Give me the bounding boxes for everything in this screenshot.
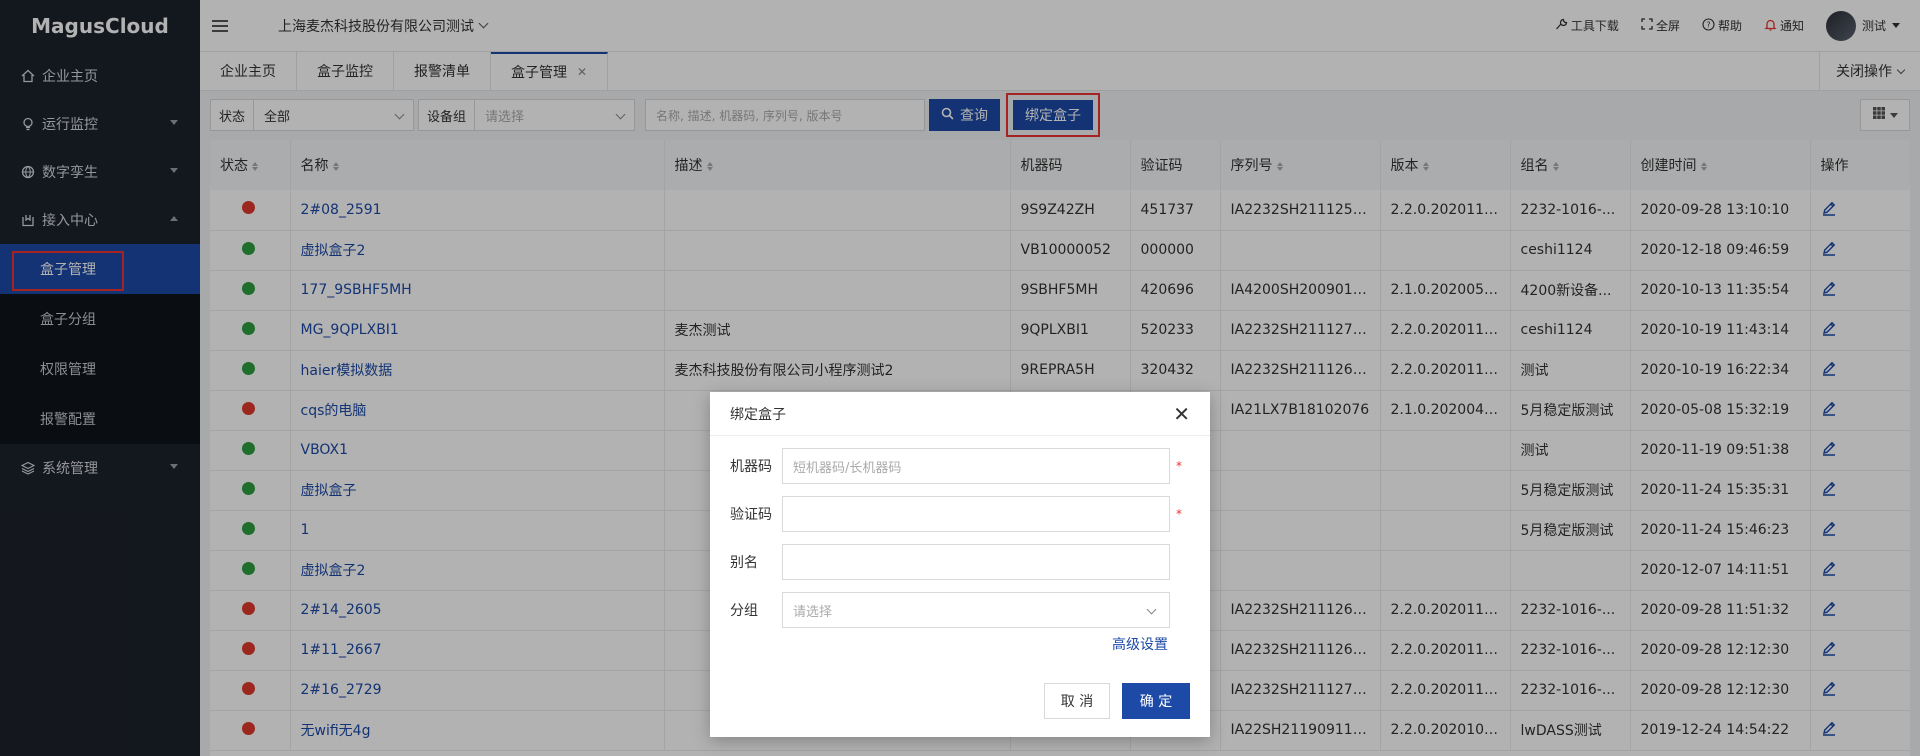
verify-code-row: 验证码 * xyxy=(730,496,1182,532)
alias-label: 别名 xyxy=(730,555,758,571)
cancel-button[interactable]: 取 消 xyxy=(1044,683,1110,719)
machine-code-input[interactable]: 短机器码/长机器码 xyxy=(782,448,1170,484)
bind-box-dialog: 绑定盒子 ✕ 机器码 短机器码/长机器码 * 验证码 * 别名 分组 请选择 高… xyxy=(710,392,1210,737)
required-mark: * xyxy=(1176,507,1182,521)
alias-input[interactable] xyxy=(782,544,1170,580)
required-mark: * xyxy=(1176,459,1182,473)
verify-code-label: 验证码 xyxy=(730,507,772,523)
verify-code-input[interactable] xyxy=(782,496,1170,532)
machine-code-label: 机器码 xyxy=(730,459,772,475)
group-row: 分组 请选择 xyxy=(730,592,1170,628)
advanced-settings-link[interactable]: 高级设置 xyxy=(1112,634,1168,654)
group-select-placeholder: 请选择 xyxy=(793,604,833,620)
chevron-down-icon xyxy=(1146,604,1157,615)
alias-row: 别名 xyxy=(730,544,1170,580)
close-icon[interactable]: ✕ xyxy=(1173,404,1190,424)
group-select[interactable]: 请选择 xyxy=(782,592,1170,628)
dialog-header: 绑定盒子 ✕ xyxy=(710,392,1210,436)
group-label: 分组 xyxy=(730,603,758,619)
dialog-footer: 取 消 确 定 xyxy=(1044,683,1190,719)
confirm-button[interactable]: 确 定 xyxy=(1122,683,1190,719)
dialog-title: 绑定盒子 xyxy=(730,406,786,423)
machine-code-row: 机器码 短机器码/长机器码 * xyxy=(730,448,1182,484)
